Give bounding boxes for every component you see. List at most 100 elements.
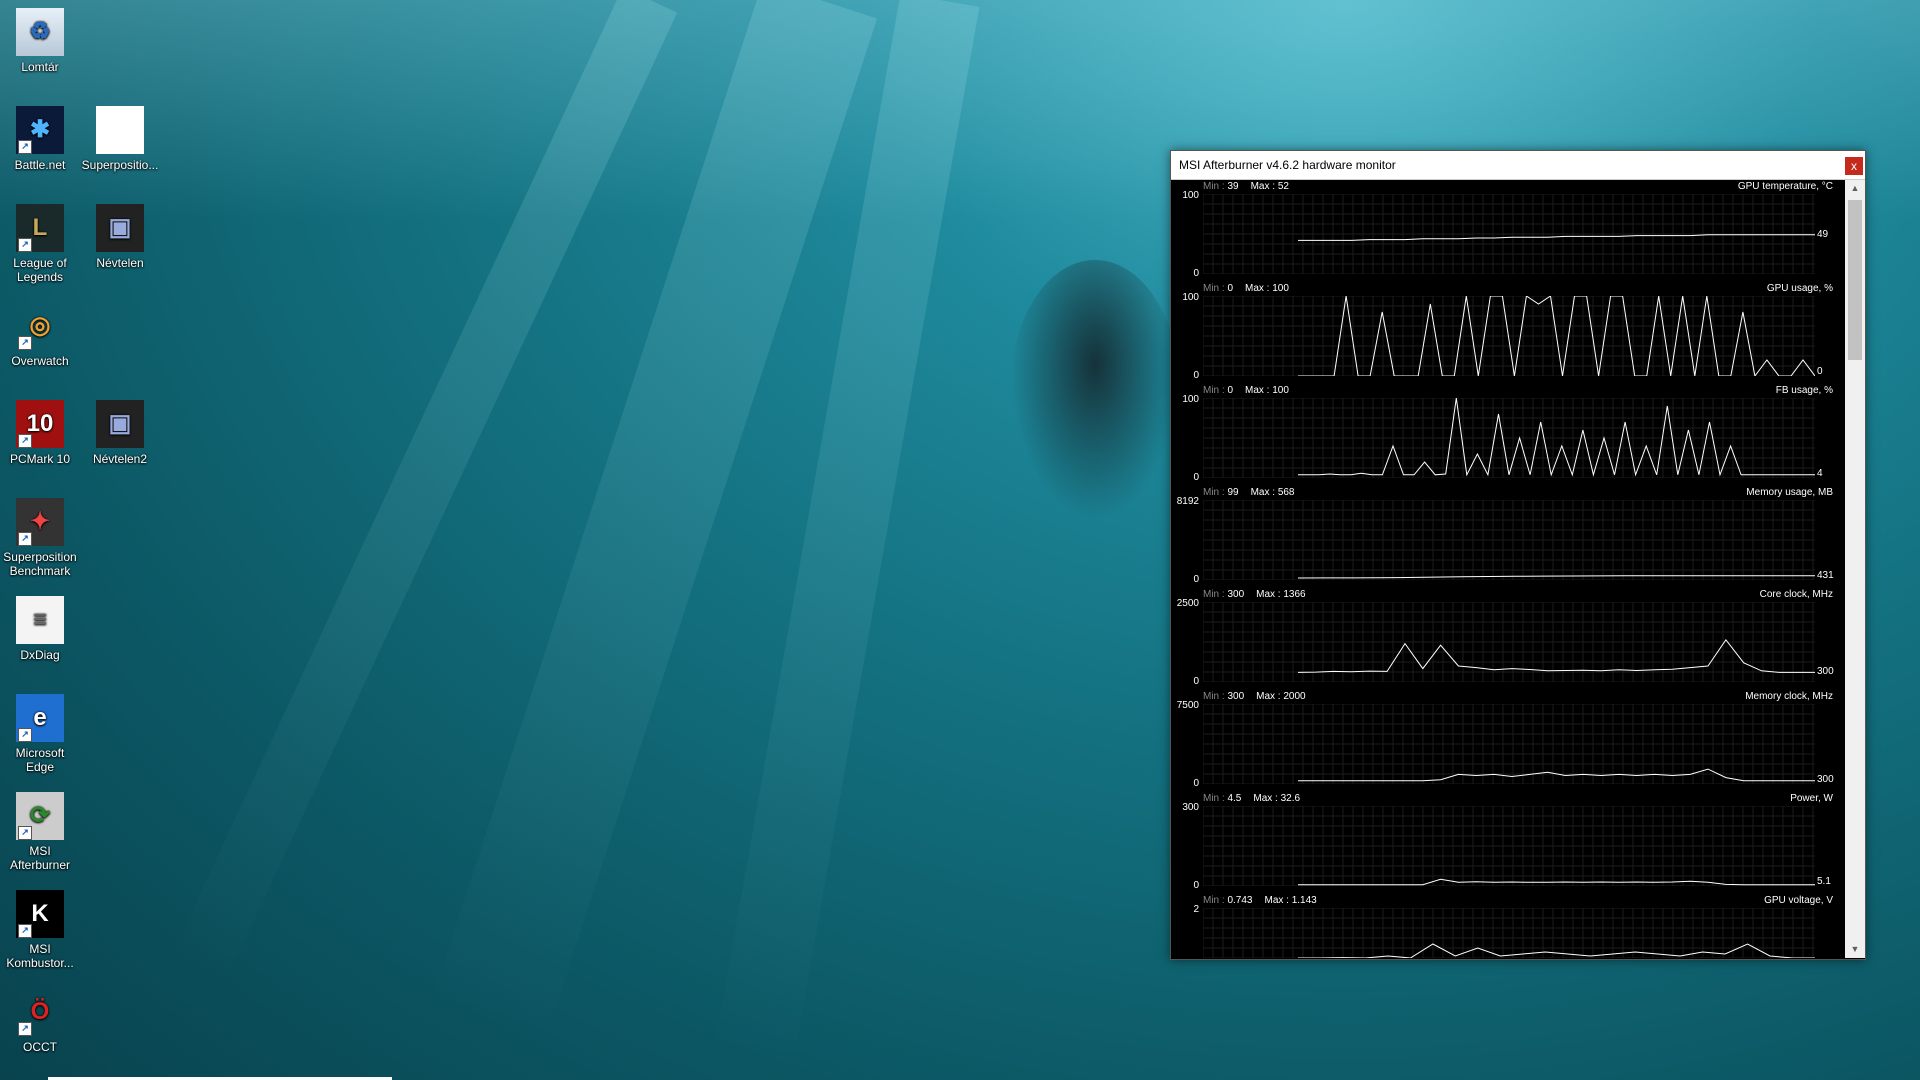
desktop-icon-n-vtelen2[interactable]: ▣ Névtelen2 bbox=[80, 400, 160, 466]
graph-plot bbox=[1203, 398, 1815, 478]
desktop-icon-pcmark-10[interactable]: 10 ↗ PCMark 10 bbox=[0, 400, 80, 466]
graph-panel: Min : 0 Max : 100 FB usage, % 100 0 4 bbox=[1171, 384, 1845, 486]
occt-icon: Ö ↗ bbox=[16, 988, 64, 1036]
graph-title: GPU usage, % bbox=[1766, 283, 1833, 294]
min-value: 0 bbox=[1227, 283, 1234, 294]
max-value: 52 bbox=[1277, 181, 1289, 192]
y-min-label: 0 bbox=[1193, 676, 1199, 687]
current-value: 300 bbox=[1817, 774, 1834, 785]
graph-minmax: Min : 4.5 Max : 32.6 bbox=[1203, 793, 1300, 804]
shortcut-arrow-icon: ↗ bbox=[18, 532, 32, 546]
desktop-icon-label: Superposition Benchmark bbox=[3, 550, 77, 578]
y-min-label: 0 bbox=[1193, 574, 1199, 585]
graph-title: FB usage, % bbox=[1775, 385, 1833, 396]
current-value: 4 bbox=[1817, 468, 1823, 479]
max-label: Max : bbox=[1245, 385, 1273, 396]
graph-series-line bbox=[1298, 943, 1815, 958]
y-max-label: 300 bbox=[1182, 802, 1199, 813]
desktop-icon-label: DxDiag bbox=[20, 648, 60, 662]
desktop-icon-microsoft-edge[interactable]: e ↗ Microsoft Edge bbox=[0, 694, 80, 774]
afterburner-icon: ⟳ ↗ bbox=[16, 792, 64, 840]
graph-plot bbox=[1203, 296, 1815, 376]
y-max-label: 100 bbox=[1182, 394, 1199, 405]
desktop-icon-label: Overwatch bbox=[11, 354, 69, 368]
desktop-icon-overwatch[interactable]: ◎ ↗ Overwatch bbox=[0, 302, 80, 369]
desktop-icon-msi-afterburner[interactable]: ⟳ ↗ MSI Afterburner bbox=[0, 792, 80, 872]
graph-title: Memory usage, MB bbox=[1746, 487, 1833, 498]
desktop-icon-label: Battle.net bbox=[14, 158, 66, 172]
desktop-icon-battle-net[interactable]: ✱ ↗ Battle.net bbox=[0, 106, 80, 172]
min-label: Min : bbox=[1203, 283, 1228, 294]
desktop-icon-superpositio[interactable]: Superpositio... bbox=[80, 106, 160, 172]
overwatch-icon: ◎ ↗ bbox=[16, 302, 64, 350]
desktop-icon-occt[interactable]: Ö ↗ OCCT bbox=[0, 988, 80, 1054]
desktop-icon-n-vtelen[interactable]: ▣ Névtelen bbox=[80, 204, 160, 270]
max-value: 2000 bbox=[1283, 691, 1306, 702]
scroll-down-icon[interactable]: ▼ bbox=[1845, 941, 1865, 958]
min-label: Min : bbox=[1203, 691, 1228, 702]
kombustor-icon: K ↗ bbox=[16, 890, 64, 938]
graph-panel: Min : 300 Max : 1366 Core clock, MHz 2500 0 3… bbox=[1171, 588, 1845, 690]
current-value: 431 bbox=[1817, 569, 1834, 581]
graph-panel: Min : 0 Max : 100 GPU usage, % 100 0 0 bbox=[1171, 282, 1845, 384]
min-value: 99 bbox=[1227, 487, 1239, 498]
superposition-icon: ✦ ↗ bbox=[16, 498, 64, 546]
y-max-label: 2500 bbox=[1176, 598, 1199, 609]
shortcut-arrow-icon: ↗ bbox=[18, 336, 32, 350]
graph-series-line bbox=[1298, 878, 1815, 886]
desktop-icon-superposition-benchmark[interactable]: ✦ ↗ Superposition Benchmark bbox=[0, 498, 80, 578]
image-file-icon: ▣ bbox=[96, 204, 144, 252]
min-value: 0 bbox=[1227, 385, 1234, 396]
max-value: 568 bbox=[1277, 487, 1295, 498]
graph-minmax: Min : 0 Max : 100 bbox=[1203, 385, 1289, 396]
current-value: 300 bbox=[1817, 666, 1834, 678]
recycle-bin-icon: ♻ bbox=[16, 8, 64, 56]
desktop-icon-lomt-r[interactable]: ♻ Lomtár bbox=[0, 8, 80, 74]
current-value: 49 bbox=[1817, 228, 1829, 240]
vertical-scrollbar[interactable]: ▲ ▼ bbox=[1845, 180, 1865, 958]
desktop-icon-label: OCCT bbox=[23, 1040, 57, 1054]
graph-panel: Min : 39 Max : 52 GPU temperature, °C 100 0 4… bbox=[1171, 180, 1845, 282]
battlenet-icon: ✱ ↗ bbox=[16, 106, 64, 154]
graph-minmax: Min : 300 Max : 1366 bbox=[1203, 589, 1306, 600]
graph-series-line bbox=[1298, 768, 1815, 782]
min-label: Min : bbox=[1203, 895, 1228, 906]
desktop-icon-dxdiag[interactable]: ≡ DxDiag bbox=[0, 596, 80, 662]
min-label: Min : bbox=[1203, 589, 1228, 600]
graph-series-line bbox=[1297, 638, 1815, 673]
pcmark-icon: 10 ↗ bbox=[16, 400, 64, 448]
desktop-icon-label: League of Legends bbox=[13, 256, 67, 284]
desktop-icon-label: Lomtár bbox=[21, 60, 59, 74]
shortcut-arrow-icon: ↗ bbox=[18, 1022, 32, 1036]
graph-title: GPU temperature, °C bbox=[1737, 181, 1833, 192]
graph-minmax: Min : 99 Max : 568 bbox=[1203, 487, 1295, 498]
max-label: Max : bbox=[1250, 181, 1278, 192]
window-titlebar[interactable]: MSI Afterburner v4.6.2 hardware monitor … bbox=[1171, 151, 1865, 180]
max-value: 1.143 bbox=[1291, 895, 1317, 906]
current-value: 0 bbox=[1817, 366, 1823, 377]
desktop-icon-msi-kombustor[interactable]: K ↗ MSI Kombustor... bbox=[0, 890, 80, 970]
max-value: 32.6 bbox=[1280, 793, 1301, 804]
max-value: 100 bbox=[1272, 385, 1289, 396]
min-value: 0.743 bbox=[1227, 895, 1253, 906]
text-file-icon: ≡ bbox=[16, 596, 64, 644]
max-value: 1366 bbox=[1283, 589, 1306, 600]
afterburner-monitor-window[interactable]: MSI Afterburner v4.6.2 hardware monitor … bbox=[1170, 150, 1866, 960]
graph-title: Memory clock, MHz bbox=[1745, 691, 1833, 702]
min-value: 4.5 bbox=[1227, 793, 1242, 804]
scroll-up-icon[interactable]: ▲ bbox=[1845, 180, 1865, 197]
graph-panel: Min : 4.5 Max : 32.6 Power, W 300 0 5.1 bbox=[1171, 792, 1845, 894]
graph-title: Core clock, MHz bbox=[1759, 589, 1833, 600]
min-label: Min : bbox=[1203, 793, 1228, 804]
min-label: Min : bbox=[1203, 385, 1228, 396]
max-label: Max : bbox=[1245, 283, 1273, 294]
shortcut-arrow-icon: ↗ bbox=[18, 728, 32, 742]
graph-plot bbox=[1203, 908, 1815, 958]
graph-plot bbox=[1203, 704, 1815, 784]
graph-plot bbox=[1203, 500, 1815, 580]
graph-panel: Min : 300 Max : 2000 Memory clock, MHz 7500… bbox=[1171, 690, 1845, 792]
desktop-icon-league-of-legends[interactable]: L ↗ League of Legends bbox=[0, 204, 80, 284]
max-label: Max : bbox=[1256, 589, 1284, 600]
close-button[interactable]: x bbox=[1845, 157, 1863, 175]
scrollbar-thumb[interactable] bbox=[1848, 200, 1862, 360]
